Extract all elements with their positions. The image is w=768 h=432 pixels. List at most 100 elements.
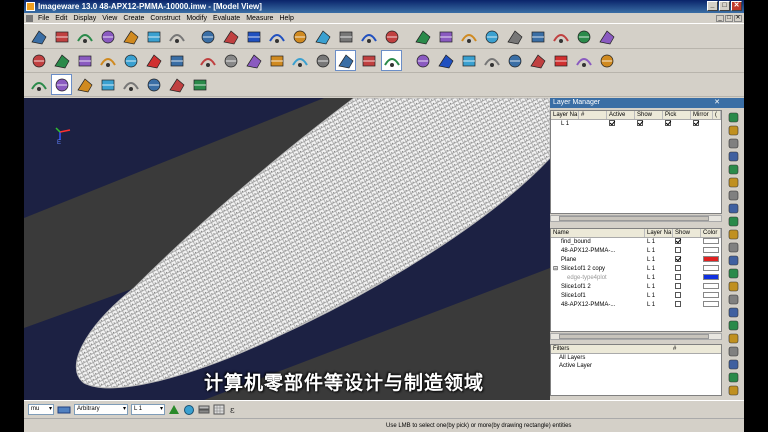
cut-icon[interactable]	[51, 50, 72, 71]
col-number[interactable]: #	[579, 111, 607, 119]
layer-list-scrollbar[interactable]	[550, 215, 722, 222]
recycle-icon[interactable]	[74, 74, 95, 95]
layers-small-icon[interactable]	[198, 404, 210, 415]
eye-icon[interactable]	[727, 149, 740, 162]
table-icon[interactable]	[727, 240, 740, 253]
cube-wire-icon[interactable]	[504, 26, 525, 47]
offset-icon[interactable]	[381, 26, 402, 47]
sheet-icon[interactable]	[243, 50, 264, 71]
cloud-red-icon[interactable]	[143, 50, 164, 71]
grid-blue-icon[interactable]	[435, 50, 456, 71]
settings-icon[interactable]	[727, 331, 740, 344]
col-object-show[interactable]: Show	[673, 229, 701, 237]
pin-icon[interactable]	[727, 201, 740, 214]
layer-icon[interactable]	[727, 123, 740, 136]
mode-dropdown[interactable]: Arbitrary	[74, 404, 128, 415]
object-color-swatch[interactable]	[703, 246, 719, 253]
object-show-checkbox[interactable]	[675, 237, 681, 244]
object-color-swatch[interactable]	[703, 255, 719, 262]
layer-active-checkbox[interactable]	[609, 119, 615, 126]
arrow-up-icon[interactable]	[727, 175, 740, 188]
slash-icon[interactable]	[289, 50, 310, 71]
pipe-icon[interactable]	[166, 26, 187, 47]
col-object-color[interactable]: Color	[701, 229, 721, 237]
object-show-checkbox[interactable]	[675, 282, 681, 289]
title-bar[interactable]: Imageware 13.0 48-APX12-PMMA-10000.imw -…	[24, 0, 744, 13]
move-icon[interactable]	[727, 357, 740, 370]
menu-create[interactable]: Create	[120, 15, 147, 22]
surface-blue-icon[interactable]	[243, 26, 264, 47]
col-pick[interactable]: Pick	[663, 111, 691, 119]
tag-icon[interactable]	[727, 253, 740, 266]
unit-dropdown[interactable]: mu	[28, 404, 54, 415]
arc-yellow-icon[interactable]	[189, 74, 210, 95]
layer-show-checkbox[interactable]	[637, 119, 643, 126]
xmark-icon[interactable]	[573, 50, 594, 71]
bend-icon[interactable]	[481, 50, 502, 71]
cloud-icon[interactable]	[97, 74, 118, 95]
dots-icon[interactable]	[166, 74, 187, 95]
menu-evaluate[interactable]: Evaluate	[210, 15, 243, 22]
layer-mirror-checkbox[interactable]	[693, 119, 699, 126]
revolve-icon[interactable]	[458, 26, 479, 47]
menu-view[interactable]: View	[99, 15, 120, 22]
trim-icon[interactable]	[412, 26, 433, 47]
node-icon[interactable]	[527, 26, 548, 47]
arrow-up-icon[interactable]	[727, 305, 740, 318]
menu-measure[interactable]: Measure	[243, 15, 276, 22]
curve-tool-icon[interactable]	[28, 26, 49, 47]
document-icon[interactable]	[26, 14, 33, 22]
new-layer-icon[interactable]	[727, 227, 740, 240]
blend-icon[interactable]	[220, 26, 241, 47]
object-color-swatch[interactable]	[703, 282, 719, 289]
list-icon[interactable]	[727, 279, 740, 292]
circle-arc-icon[interactable]	[97, 26, 118, 47]
col-object-name[interactable]: Name	[551, 229, 645, 237]
points-icon[interactable]	[143, 74, 164, 95]
bug-icon[interactable]	[120, 74, 141, 95]
cube-wire-icon[interactable]	[481, 26, 502, 47]
globe-icon[interactable]	[727, 110, 740, 123]
maximize-button[interactable]: □	[719, 1, 730, 11]
mesh-icon[interactable]	[143, 26, 164, 47]
model-viewport[interactable]: E 计算机零部件等设计与制造领域	[24, 98, 550, 400]
copy-icon[interactable]	[727, 266, 740, 279]
view-plane-icon[interactable]	[57, 404, 71, 415]
col-object-layer[interactable]: Layer Na	[645, 229, 673, 237]
layer-row[interactable]: L 1	[551, 119, 721, 129]
layers-icon[interactable]	[120, 50, 141, 71]
object-show-checkbox[interactable]	[675, 291, 681, 298]
ring-icon[interactable]	[596, 50, 617, 71]
surface-blue-icon[interactable]	[266, 26, 287, 47]
arc-icon[interactable]	[412, 50, 433, 71]
color-palette-icon[interactable]	[28, 74, 49, 95]
boolean-icon[interactable]	[166, 50, 187, 71]
arrow-right-icon[interactable]	[727, 383, 740, 396]
cloud-sel-icon[interactable]	[335, 50, 356, 71]
object-show-checkbox[interactable]	[675, 264, 681, 271]
pen-icon[interactable]	[727, 292, 740, 305]
loft-icon[interactable]	[197, 26, 218, 47]
col-active[interactable]: Active	[607, 111, 635, 119]
object-list-scrollbar[interactable]	[550, 333, 722, 340]
col-layer-name[interactable]: Layer Na	[551, 111, 579, 119]
fillet-icon[interactable]	[335, 26, 356, 47]
grid-small-icon[interactable]	[213, 404, 225, 415]
mdi-minimize-button[interactable]: _	[716, 14, 724, 22]
arrow-down-icon[interactable]	[727, 318, 740, 331]
arrow-up-icon[interactable]	[727, 162, 740, 175]
surface-grey-icon[interactable]	[220, 50, 241, 71]
dimension-icon[interactable]	[51, 26, 72, 47]
close-button[interactable]: ✕	[731, 1, 742, 11]
globe-icon[interactable]	[727, 214, 740, 227]
spiral-icon[interactable]	[527, 50, 548, 71]
menu-modify[interactable]: Modify	[183, 15, 210, 22]
filter-all-layers[interactable]: All Layers	[551, 354, 721, 362]
wave-sel-icon[interactable]	[381, 50, 402, 71]
ring-icon[interactable]	[727, 370, 740, 383]
object-show-checkbox[interactable]	[675, 255, 681, 262]
stack-icon[interactable]	[97, 50, 118, 71]
epsilon-icon[interactable]: ε	[228, 404, 240, 415]
point-icon[interactable]	[504, 50, 525, 71]
axes-icon[interactable]	[573, 26, 594, 47]
